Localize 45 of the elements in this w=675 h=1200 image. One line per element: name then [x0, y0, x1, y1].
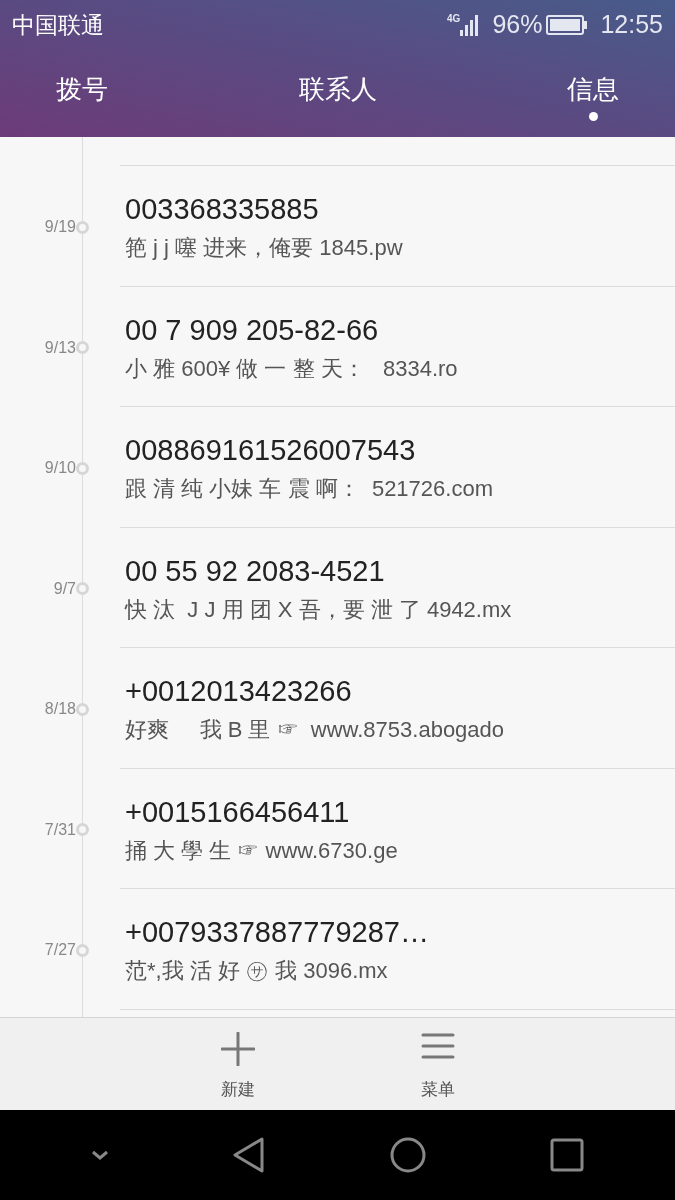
message-row[interactable]: 8/18 +0012013423266 好爽 我 B 里 ☞ www.8753.abogado [0, 648, 675, 769]
message-date: 9/19 [44, 217, 76, 238]
message-date: 8/18 [44, 699, 76, 720]
message-date: 7/31 [44, 819, 76, 840]
tab[interactable]: 联系人 [298, 76, 377, 121]
battery-icon [546, 15, 589, 35]
home-icon[interactable] [388, 1136, 427, 1174]
tab[interactable]: 拨号 [56, 76, 108, 121]
message-row[interactable]: 7/31 +0015166456411 捅 大 學 生 ☞ www.6730.ge [0, 768, 675, 889]
plus-icon [220, 1032, 255, 1066]
message-date: 9/10 [44, 458, 76, 479]
message-preview: 捅 大 學 生 ☞ www.6730.ge [125, 836, 399, 865]
sender-number: 008869161526007543 [125, 433, 417, 468]
clock: 12:55 [600, 9, 663, 41]
chevron-down-icon[interactable] [91, 1150, 110, 1160]
network-type: 4G [447, 14, 461, 24]
sender-number: +0079337887779287… [125, 915, 430, 950]
message-preview: 跟 清 纯 小妹 车 震 啊： 521726.com [125, 475, 494, 503]
sender-number: 003368335885 [125, 192, 320, 227]
message-preview: 快 汰 J J 用 团 X 吾，要 泄 了 4942.mx [125, 595, 513, 624]
message-preview: 筢 j j 噻 进来，俺要 1845.pw [125, 234, 404, 262]
sender-number: 00 7 909 205-82-66 [125, 312, 380, 348]
sender-number: 00 55 92 2083-4521 [125, 553, 386, 589]
toolbar-button[interactable]: 菜单 [407, 1018, 468, 1110]
toolbar-button[interactable]: 新建 [207, 1018, 268, 1110]
recents-icon[interactable] [549, 1138, 584, 1172]
sender-number: +0015166456411 [125, 794, 351, 830]
message-row[interactable]: 9/7 00 55 92 2083-4521 快 汰 J J 用 团 X 吾，要 泄 了 4942.mx [0, 527, 675, 648]
message-row[interactable]: 9/13 00 7 909 205-82-66 小 雅 600¥ 做 一 整 天： 8334.ro [0, 286, 675, 407]
back-icon[interactable] [232, 1136, 267, 1174]
message-preview: 范*,我 活 好 ㋚ 我 3096.mx [125, 957, 389, 985]
menu-icon [420, 1032, 455, 1060]
message-date: 9/7 [53, 578, 76, 599]
message-row[interactable]: 7/27 +0079337887779287… 范*,我 活 好 ㋚ 我 3096.mx [0, 889, 675, 1010]
battery-percent: 96% [492, 9, 543, 41]
message-date: 7/27 [44, 940, 76, 961]
message-row[interactable]: 9/19 003368335885 筢 j j 噻 进来，俺要 1845.pw [0, 166, 675, 287]
sender-number: +0012013423266 [125, 674, 353, 709]
message-row[interactable]: 9/10 008869161526007543 跟 清 纯 小妹 车 震 啊： 521726.com [0, 407, 675, 528]
message-preview: 好爽 我 B 里 ☞ www.8753.abogado [125, 716, 506, 744]
message-preview: 小 雅 600¥ 做 一 整 天： 8334.ro [125, 354, 459, 383]
signal-icon [460, 14, 481, 36]
carrier-name: 中国联通 [12, 10, 104, 40]
message-date: 9/13 [44, 337, 76, 358]
tab[interactable]: 信息 [567, 76, 619, 121]
